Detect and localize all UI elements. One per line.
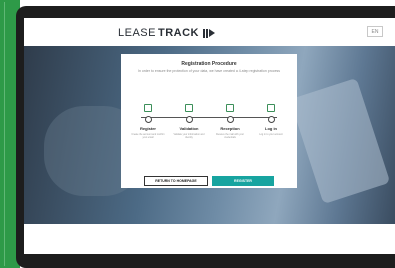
step-marker <box>144 116 152 123</box>
logo-mark-icon <box>202 28 215 38</box>
step-description: Validate your information and identity <box>173 133 205 139</box>
top-navigation: LEASE TRACK EN <box>24 18 395 46</box>
step-label: Register <box>139 126 156 131</box>
mail-icon <box>226 104 234 112</box>
step-description: Receive the mail with your credentials <box>216 133 244 139</box>
step-marker <box>185 116 193 123</box>
step-register: Register Create the account and confirm … <box>130 104 166 139</box>
step-label: Reception <box>220 126 240 131</box>
leasetrack-logo[interactable]: LEASE TRACK <box>118 27 215 39</box>
step-marker <box>226 116 234 123</box>
document-icon <box>144 104 152 112</box>
modal-title: Registration Procedure <box>181 61 237 67</box>
edit-document-icon <box>185 104 193 112</box>
step-description: Create the account and confirm your emai… <box>131 133 165 139</box>
step-label: Validation <box>179 126 199 131</box>
logo-text-bold: TRACK <box>157 27 199 39</box>
return-to-homepage-button[interactable]: RETURN TO HOMEPAGE <box>144 176 208 186</box>
step-reception: Reception Receive the mail with your cre… <box>212 104 248 139</box>
step-description: Log in to your account <box>259 133 283 136</box>
footer-band <box>24 224 395 254</box>
app-screen: LEASE TRACK EN Registration Procedure In … <box>24 18 395 254</box>
step-login: Log in Log in to your account <box>253 104 289 136</box>
registration-modal: Registration Procedure In order to ensur… <box>121 54 297 188</box>
register-button[interactable]: REGISTER <box>212 176 274 186</box>
step-validation: Validation Validate your information and… <box>171 104 207 139</box>
language-selector[interactable]: EN <box>367 26 383 37</box>
step-label: Log in <box>265 126 277 131</box>
step-marker <box>267 116 275 123</box>
modal-intro: In order to ensure the protection of you… <box>137 69 281 73</box>
monitor-icon <box>267 104 275 112</box>
logo-text-light: LEASE <box>118 27 156 39</box>
